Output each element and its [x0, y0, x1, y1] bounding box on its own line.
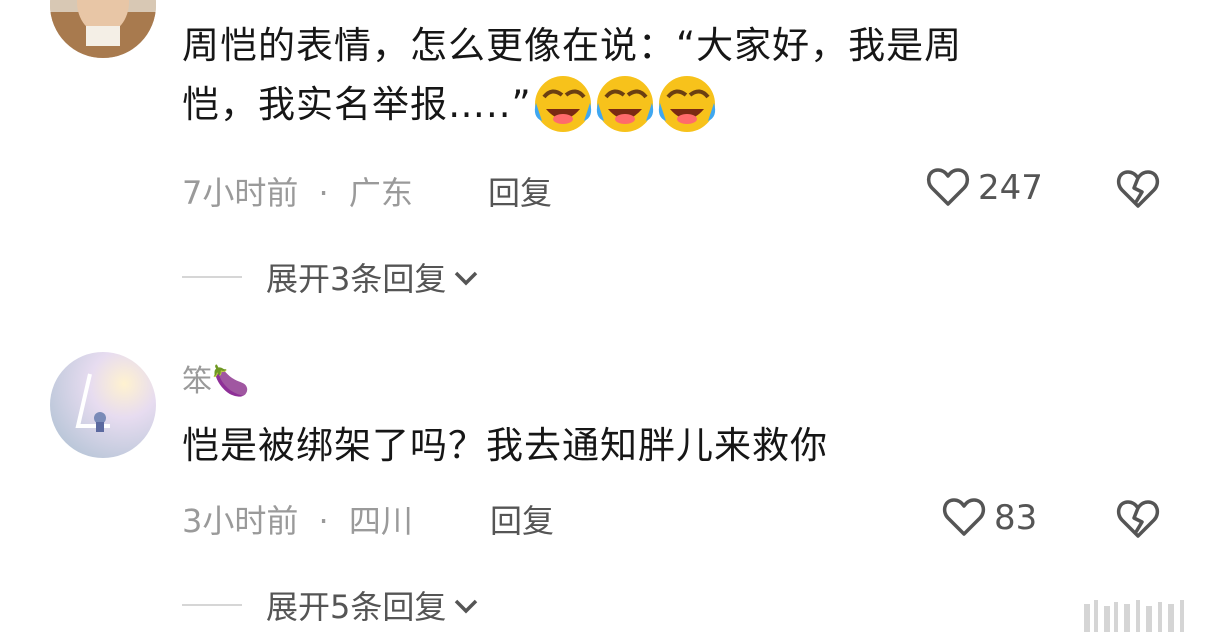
like-button[interactable]: 247	[924, 162, 1043, 214]
avatar[interactable]	[50, 352, 156, 458]
location: 广东	[348, 174, 413, 212]
expand-replies-label: 展开3条回复	[266, 260, 447, 298]
comment-text: 恺是被绑架了吗？我去通知胖儿来救你	[182, 424, 828, 467]
rofl-emoji-icon	[656, 73, 718, 135]
comment-text-line: 恺，我实名举报…..”	[182, 82, 532, 126]
expand-replies[interactable]: 展开3条回复	[182, 254, 480, 300]
divider-line	[182, 276, 242, 278]
rofl-emoji-icon	[532, 73, 594, 135]
reply-button[interactable]: 回复	[488, 168, 552, 214]
broken-heart-icon	[1114, 500, 1162, 546]
comment-text-line: 周恺的表情，怎么更像在说：“大家好，我是周	[182, 24, 963, 67]
chevron-down-icon	[452, 268, 480, 292]
location: 四川	[348, 502, 413, 540]
expand-replies[interactable]: 展开5条回复	[182, 582, 480, 628]
separator: ·	[318, 174, 329, 212]
dislike-button[interactable]	[1114, 494, 1162, 546]
broken-heart-icon	[1114, 170, 1162, 216]
comment-meta: 7小时前 · 广东	[182, 168, 413, 214]
separator: ·	[318, 502, 329, 540]
rofl-emoji-icon	[594, 73, 656, 135]
timestamp: 3小时前	[182, 502, 299, 540]
timestamp: 7小时前	[182, 174, 299, 212]
divider-line	[182, 604, 242, 606]
expand-replies-label: 展开5条回复	[266, 588, 447, 626]
like-button[interactable]: 83	[940, 492, 1037, 544]
like-count: 247	[978, 168, 1043, 208]
reply-button[interactable]: 回复	[490, 496, 554, 542]
chevron-down-icon	[452, 596, 480, 620]
like-count: 83	[994, 498, 1038, 538]
comment-meta: 3小时前 · 四川	[182, 496, 413, 542]
comment-text: 周恺的表情，怎么更像在说：“大家好，我是周 恺，我实名举报…..”	[182, 18, 962, 135]
dislike-button[interactable]	[1114, 164, 1162, 216]
heart-icon	[940, 492, 988, 544]
avatar[interactable]	[50, 0, 156, 58]
username[interactable]: 笨🍆	[182, 356, 249, 400]
watermark	[1080, 596, 1200, 640]
heart-icon	[924, 162, 972, 214]
